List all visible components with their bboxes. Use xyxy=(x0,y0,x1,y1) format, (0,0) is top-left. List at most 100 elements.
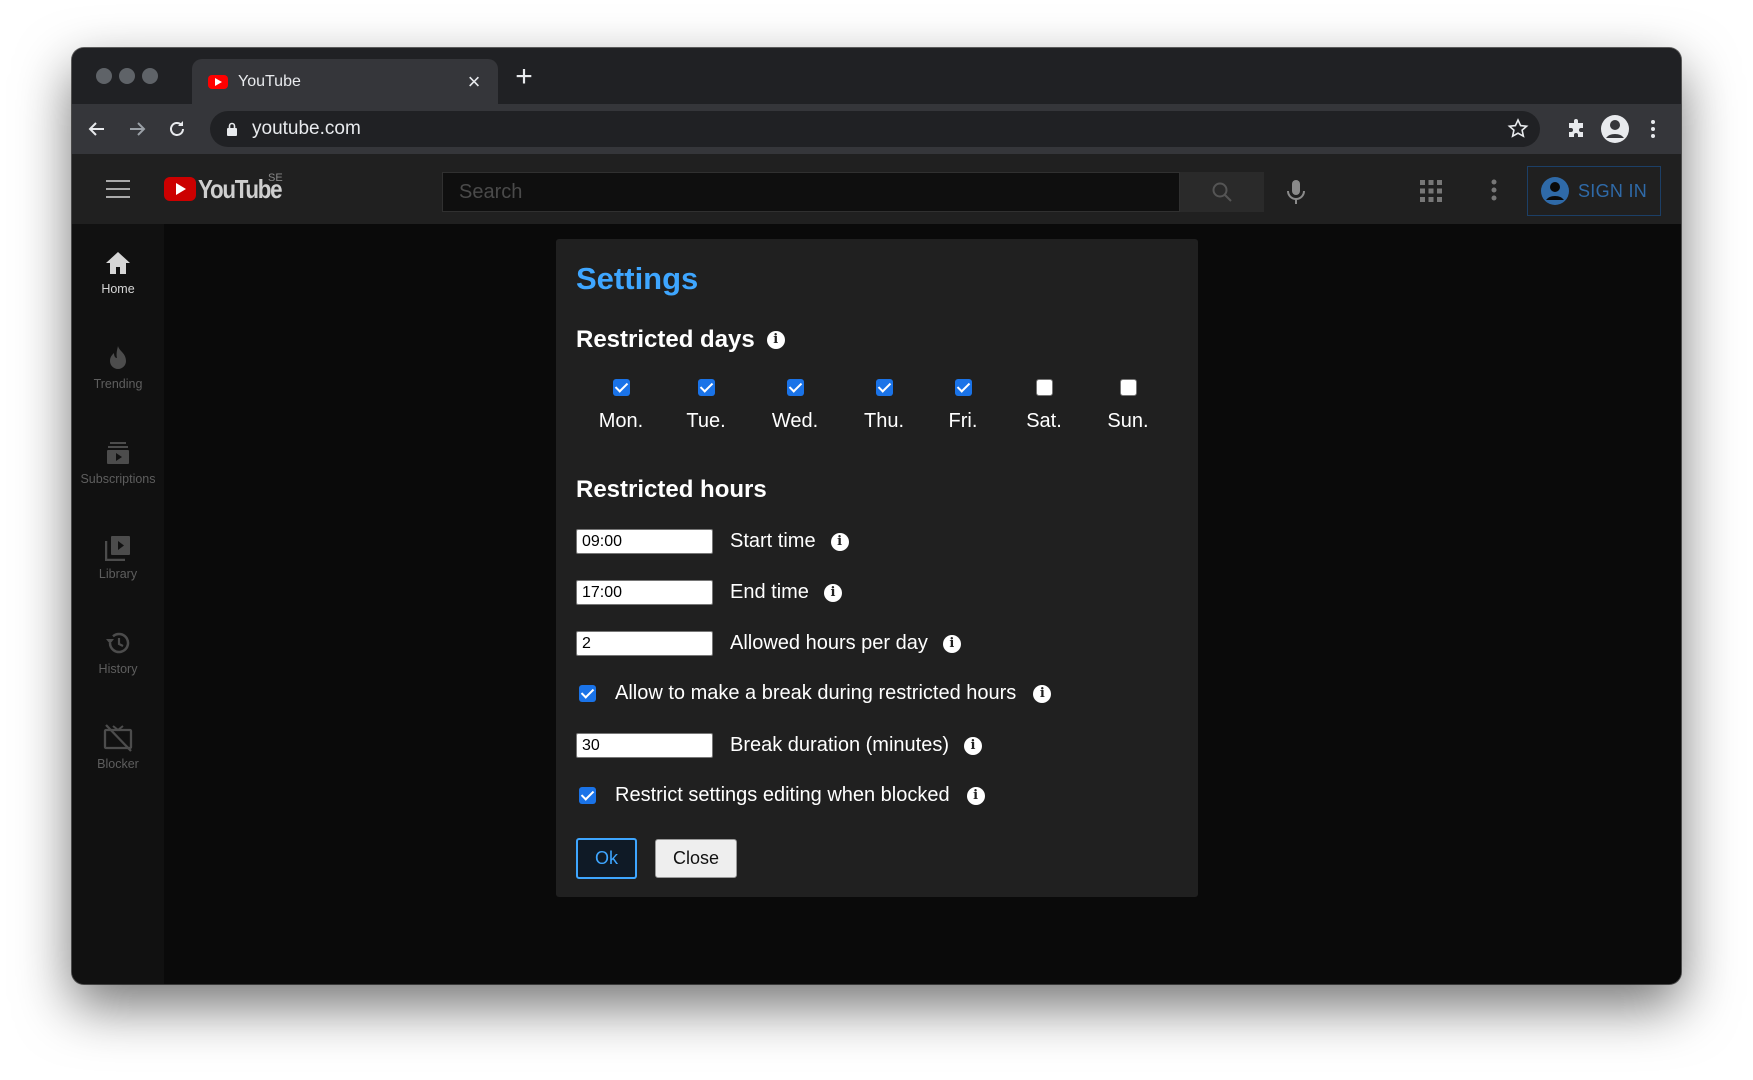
reload-icon xyxy=(170,121,184,136)
start-time-input[interactable]: 09:00 xyxy=(576,529,713,554)
start-time-label: Start time xyxy=(730,530,816,552)
reload-button[interactable] xyxy=(164,116,190,142)
day-monday[interactable]: Mon. xyxy=(581,379,661,433)
youtube-favicon-icon xyxy=(208,74,228,89)
monday-checkbox[interactable] xyxy=(612,379,630,396)
tab-close-icon[interactable]: × xyxy=(462,70,486,93)
window-maximize-dot[interactable] xyxy=(142,68,158,84)
day-label: Sat. xyxy=(1026,410,1062,432)
break-duration-row: 30 Break duration (minutes) i xyxy=(576,733,982,758)
info-icon[interactable]: i xyxy=(1033,684,1052,703)
wednesday-checkbox[interactable] xyxy=(786,379,804,396)
day-label: Tue. xyxy=(686,410,726,432)
day-thursday[interactable]: Thu. xyxy=(844,379,924,433)
region-code: SE xyxy=(268,172,283,184)
url-text: youtube.com xyxy=(252,118,361,139)
break-duration-input[interactable]: 30 xyxy=(576,733,713,758)
extensions-button[interactable] xyxy=(1564,116,1590,142)
tab-strip: YouTube × + xyxy=(72,48,1681,104)
day-label: Fri. xyxy=(948,410,978,432)
end-time-label: End time xyxy=(730,581,809,603)
allowed-hours-input[interactable]: 2 xyxy=(576,631,713,656)
dialog-title: Settings xyxy=(576,261,699,296)
account-circle-icon xyxy=(1541,177,1569,205)
window-minimize-dot[interactable] xyxy=(119,68,135,84)
info-icon[interactable]: i xyxy=(963,736,982,755)
sidebar-item-trending[interactable]: Trending xyxy=(72,343,164,391)
day-label: Wed. xyxy=(771,410,819,432)
sidebar-item-subscriptions[interactable]: Subscriptions xyxy=(72,438,164,486)
window-close-dot[interactable] xyxy=(96,68,112,84)
allow-break-checkbox[interactable] xyxy=(579,685,596,702)
ok-button[interactable]: Ok xyxy=(576,838,637,879)
back-arrow-icon xyxy=(88,122,104,136)
sunday-checkbox[interactable] xyxy=(1119,379,1137,396)
day-saturday[interactable]: Sat. xyxy=(1004,379,1084,433)
sidebar-item-home[interactable]: Home xyxy=(72,248,164,296)
restricted-days-heading: Restricted days i xyxy=(576,326,785,354)
info-icon[interactable]: i xyxy=(966,786,985,805)
new-tab-button[interactable]: + xyxy=(508,61,540,93)
profile-button[interactable] xyxy=(1600,114,1630,144)
voice-search-button[interactable] xyxy=(1280,176,1312,208)
library-icon xyxy=(103,533,133,563)
search-input[interactable]: Search xyxy=(442,172,1180,212)
menu-hamburger-icon[interactable] xyxy=(106,180,130,198)
sign-in-button[interactable]: SIGN IN xyxy=(1527,166,1661,216)
day-sunday[interactable]: Sun. xyxy=(1088,379,1168,433)
trending-icon xyxy=(103,343,133,373)
start-time-row: 09:00 Start time i xyxy=(576,529,849,554)
restricted-hours-heading: Restricted hours xyxy=(576,476,767,504)
allowed-hours-label: Allowed hours per day xyxy=(730,632,928,654)
day-tuesday[interactable]: Tue. xyxy=(666,379,746,433)
info-icon[interactable]: i xyxy=(942,634,961,653)
day-wednesday[interactable]: Wed. xyxy=(755,379,835,433)
browser-toolbar: youtube.com xyxy=(72,104,1681,154)
vertical-dots-icon xyxy=(1651,120,1655,138)
day-friday[interactable]: Fri. xyxy=(923,379,1003,433)
sidebar-label: Library xyxy=(98,567,138,581)
saturday-checkbox[interactable] xyxy=(1035,379,1053,396)
back-button[interactable] xyxy=(84,116,110,142)
forward-button[interactable] xyxy=(124,116,150,142)
sidebar-label: Home xyxy=(101,282,135,296)
blocker-icon xyxy=(103,723,133,753)
browser-window: YouTube × + youtube.com YouTube SE Searc… xyxy=(72,48,1681,984)
sidebar-label: Subscriptions xyxy=(80,472,156,486)
info-icon[interactable]: i xyxy=(823,583,842,602)
apps-grid-icon[interactable] xyxy=(1420,180,1442,202)
youtube-header: YouTube SE Search SIGN IN xyxy=(72,154,1681,224)
info-icon[interactable]: i xyxy=(830,532,849,551)
sidebar-label: History xyxy=(98,662,138,676)
sidebar-item-history[interactable]: History xyxy=(72,628,164,676)
search-icon xyxy=(1212,182,1232,202)
close-button[interactable]: Close xyxy=(655,839,737,878)
browser-tab-youtube[interactable]: YouTube × xyxy=(192,59,498,104)
day-label: Mon. xyxy=(598,410,644,432)
forward-arrow-icon xyxy=(130,122,146,136)
allowed-hours-row: 2 Allowed hours per day i xyxy=(576,631,961,656)
search-button[interactable] xyxy=(1180,172,1264,212)
restricted-hours-title: Restricted hours xyxy=(576,476,767,503)
restrict-editing-checkbox[interactable] xyxy=(579,787,596,804)
day-label: Thu. xyxy=(863,410,905,432)
bookmark-star-icon[interactable] xyxy=(1506,117,1530,141)
day-label: Sun. xyxy=(1107,410,1149,432)
browser-menu-button[interactable] xyxy=(1640,116,1666,142)
friday-checkbox[interactable] xyxy=(954,379,972,396)
info-icon[interactable]: i xyxy=(766,331,785,349)
restrict-editing-row: Restrict settings editing when blocked i xyxy=(579,784,985,807)
tuesday-checkbox[interactable] xyxy=(697,379,715,396)
end-time-input[interactable]: 17:00 xyxy=(576,580,713,605)
thursday-checkbox[interactable] xyxy=(875,379,893,396)
address-bar[interactable]: youtube.com xyxy=(210,111,1540,147)
youtube-play-icon xyxy=(164,177,196,201)
settings-dialog: Settings Restricted days i Mon. Tue. Wed… xyxy=(556,239,1198,897)
lock-icon xyxy=(227,122,237,136)
sidebar-item-blocker[interactable]: Blocker xyxy=(72,723,164,771)
sign-in-label: SIGN IN xyxy=(1578,180,1648,201)
allow-break-label: Allow to make a break during restricted … xyxy=(615,682,1017,704)
microphone-icon xyxy=(1287,180,1305,204)
sidebar-item-library[interactable]: Library xyxy=(72,533,164,581)
settings-more-button[interactable] xyxy=(1482,178,1506,202)
